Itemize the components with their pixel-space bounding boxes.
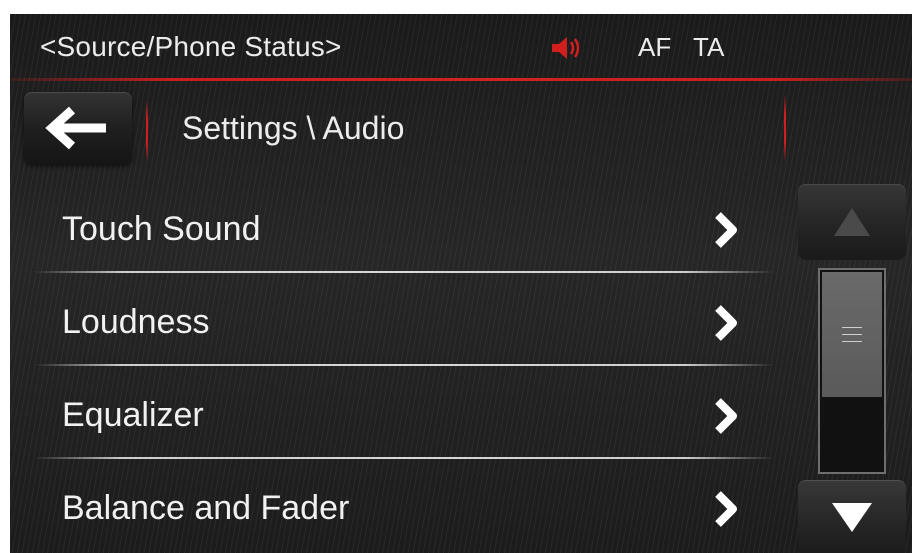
scroll-up-button[interactable] [798,184,906,260]
list-item-label: Touch Sound [62,210,261,248]
ta-indicator: TA [693,32,725,62]
arrow-left-icon [45,106,106,150]
chevron-right-icon [715,212,737,248]
list-item-label: Balance and Fader [62,489,350,527]
triangle-down-icon [832,503,872,532]
back-button[interactable] [24,92,132,164]
list-item-touch-sound[interactable]: Touch Sound [10,180,782,273]
list-item-balance-fader[interactable]: Balance and Fader [10,459,782,552]
list-item-label: Equalizer [62,396,204,434]
source-phone-status[interactable]: <Source/Phone Status> [40,31,342,63]
header-divider-left [146,100,148,162]
breadcrumb: Settings \ Audio [182,110,405,146]
status-divider [10,78,912,81]
chevron-right-icon [715,305,737,341]
scrollbar-track[interactable] [818,268,886,474]
header-divider-right [784,94,786,162]
af-indicator: AF [638,32,672,62]
scroll-down-button[interactable] [798,480,906,553]
scrollbar-thumb[interactable] [822,272,882,397]
settings-list: Touch Sound Loudness Equalizer Balance a… [10,180,782,552]
list-item-label: Loudness [62,303,210,341]
triangle-up-icon [834,208,870,236]
chevron-right-icon [715,491,737,527]
speaker-muted-icon [552,37,580,59]
list-item-equalizer[interactable]: Equalizer [10,366,782,459]
list-item-loudness[interactable]: Loudness [10,273,782,366]
grip-icon [842,327,862,348]
chevron-right-icon [715,398,737,434]
status-bar: <Source/Phone Status> AF TA [10,14,912,80]
infotainment-screen: <Source/Phone Status> AF TA Settings \ A… [10,14,912,553]
